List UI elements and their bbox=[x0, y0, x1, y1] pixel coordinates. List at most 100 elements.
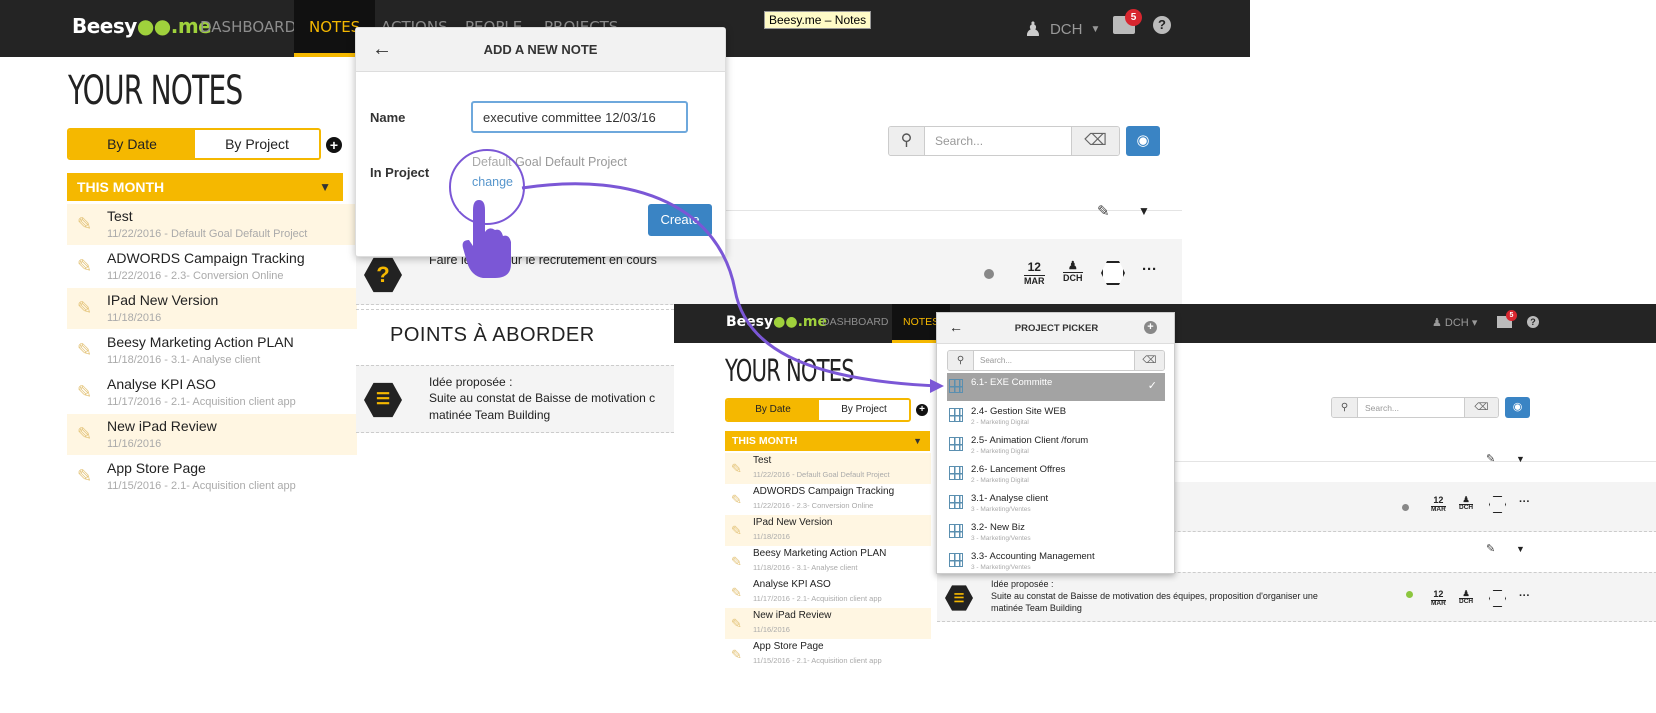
chevron-down-icon: ▼ bbox=[319, 180, 331, 194]
nav-dashboard[interactable]: DASHBOARD bbox=[200, 0, 296, 57]
divider bbox=[356, 309, 674, 310]
view-tabs: By Date By Project bbox=[67, 128, 321, 160]
project-grid-icon bbox=[949, 553, 963, 567]
table-row[interactable]: ☰ Idée proposée : Suite au constat de Ba… bbox=[356, 365, 674, 433]
search-icon[interactable]: ⚲ bbox=[948, 351, 974, 370]
section-title: POINTS À ABORDER bbox=[390, 324, 595, 346]
search-bar: ⚲ Search... ⌫ bbox=[888, 126, 1120, 156]
modal-title: ADD A NEW NOTE bbox=[356, 28, 725, 72]
list-item[interactable]: ✎ App Store Page 11/15/2016 - 2.1- Acquisi… bbox=[725, 639, 931, 670]
beesy-logo[interactable]: Beesy●●.me bbox=[72, 14, 212, 38]
picker-item[interactable]: 2.5- Animation Client /forum 2 - Marketin… bbox=[947, 431, 1165, 459]
list-item[interactable]: ✎ Beesy Marketing Action PLAN 11/18/2016 -… bbox=[67, 330, 357, 372]
name-label: Name bbox=[370, 110, 406, 125]
table-row[interactable]: ☰ Idée proposée : Suite au constat de Ba… bbox=[937, 572, 1656, 622]
due-date[interactable]: 12 MAR bbox=[1024, 261, 1045, 286]
pointing-hand-icon bbox=[459, 192, 511, 278]
user-name: DCH bbox=[1049, 21, 1083, 38]
page-title: YOUR NOTES bbox=[68, 68, 243, 114]
help-icon[interactable]: ? bbox=[1527, 316, 1539, 328]
picker-item[interactable]: 2.4- Gestion Site WEB 2 - Marketing Digit… bbox=[947, 402, 1165, 430]
pencil-icon: ✎ bbox=[77, 298, 93, 318]
list-item[interactable]: ✎ Test 11/22/2016 - Default Goal Default P… bbox=[725, 453, 931, 484]
back-arrow-icon[interactable]: ← bbox=[372, 38, 392, 61]
question-icon: ? bbox=[364, 257, 402, 293]
notification-badge: 5 bbox=[1125, 9, 1142, 26]
picker-item[interactable]: 2.6- Lancement Offres 2 - Marketing Digit… bbox=[947, 460, 1165, 488]
month-group-header[interactable]: THIS MONTH ▼ bbox=[725, 431, 930, 451]
tab-by-project[interactable]: By Project bbox=[195, 130, 319, 158]
checklist-icon: ☰ bbox=[945, 585, 973, 611]
note-name-input[interactable] bbox=[471, 101, 688, 133]
project-label: In Project bbox=[370, 165, 430, 180]
add-note-modal: ADD A NEW NOTE ← Name In Project Default… bbox=[355, 27, 726, 257]
add-project-icon[interactable]: + bbox=[1144, 321, 1157, 334]
project-grid-icon bbox=[949, 495, 963, 509]
edit-icon[interactable]: ✎ bbox=[1486, 542, 1495, 555]
list-item[interactable]: ✎ Analyse KPI ASO 11/17/2016 - 2.1- Acquis… bbox=[67, 372, 357, 414]
hexagon-icon[interactable] bbox=[1101, 261, 1125, 285]
eraser-icon[interactable]: ⌫ bbox=[1071, 127, 1119, 155]
search-icon[interactable]: ⚲ bbox=[1332, 398, 1358, 417]
list-item[interactable]: ✎ New iPad Review 11/16/2016 bbox=[67, 414, 357, 456]
tab-by-date[interactable]: By Date bbox=[69, 130, 195, 158]
tab-by-project[interactable]: By Project bbox=[819, 400, 909, 420]
picker-item[interactable]: 3.2- New Biz 3 - Marketing/Ventes bbox=[947, 518, 1165, 546]
month-group-header[interactable]: THIS MONTH ▼ bbox=[67, 173, 343, 201]
list-item[interactable]: ✎ ADWORDS Campaign Tracking 11/22/2016 - 2… bbox=[67, 246, 357, 288]
user-icon: ♟ bbox=[1024, 19, 1042, 41]
search-icon[interactable]: ⚲ bbox=[889, 127, 925, 155]
add-note-icon[interactable]: + bbox=[326, 137, 342, 153]
chevron-down-icon[interactable]: ▼ bbox=[1516, 544, 1525, 554]
nav-dashboard[interactable]: DASHBOARD bbox=[822, 316, 889, 328]
search-input[interactable]: Search... bbox=[1358, 398, 1464, 417]
chevron-down-icon[interactable]: ▼ bbox=[1516, 454, 1525, 464]
pencil-icon: ✎ bbox=[77, 340, 93, 360]
month-label: THIS MONTH bbox=[77, 179, 165, 195]
project-grid-icon bbox=[949, 379, 963, 393]
beesy-logo[interactable]: Beesy●●.me bbox=[726, 314, 827, 330]
search-input[interactable]: Search... bbox=[925, 127, 1071, 155]
picker-title: PROJECT PICKER bbox=[937, 313, 1174, 344]
edit-icon[interactable]: ✎ bbox=[1097, 202, 1110, 220]
edit-icon[interactable]: ✎ bbox=[1486, 452, 1495, 465]
picker-item[interactable]: 3.3- Accounting Management 3 - Marketing/… bbox=[947, 547, 1165, 573]
project-picker-modal: PROJECT PICKER ← + ⚲ Search... ⌫ 6.1- EX… bbox=[936, 312, 1175, 574]
project-grid-icon bbox=[949, 466, 963, 480]
picker-item[interactable]: 3.1- Analyse client 3 - Marketing/Ventes bbox=[947, 489, 1165, 517]
list-item[interactable]: ✎ Test 11/22/2016 - Default Goal Default P… bbox=[67, 204, 357, 246]
notification-badge: 5 bbox=[1506, 310, 1517, 321]
eraser-icon[interactable]: ⌫ bbox=[1464, 398, 1498, 417]
notes-list: ✎ Test 11/22/2016 - Default Goal Default P… bbox=[67, 204, 357, 498]
help-icon[interactable]: ? bbox=[1153, 16, 1171, 34]
caret-down-icon: ▼ bbox=[1090, 24, 1101, 35]
add-note-icon[interactable]: + bbox=[916, 404, 928, 416]
row-label: Idée proposée : bbox=[429, 375, 513, 389]
list-item[interactable]: ✎ IPad New Version 11/18/2016 bbox=[725, 515, 931, 546]
list-item[interactable]: ✎ IPad New Version 11/18/2016 bbox=[67, 288, 357, 330]
project-grid-icon bbox=[949, 524, 963, 538]
owner-avatar[interactable]: ♟ DCH bbox=[1063, 261, 1083, 283]
pencil-icon: ✎ bbox=[77, 256, 93, 276]
list-item[interactable]: ✎ App Store Page 11/15/2016 - 2.1- Acquisi… bbox=[67, 456, 357, 498]
eraser-icon[interactable]: ⌫ bbox=[1134, 351, 1164, 370]
user-menu[interactable]: ♟ DCH ▾ bbox=[1432, 316, 1477, 329]
list-item[interactable]: ✎ ADWORDS Campaign Tracking 11/22/2016 - 2… bbox=[725, 484, 931, 515]
list-item[interactable]: ✎ Analyse KPI ASO 11/17/2016 - 2.1- Acquis… bbox=[725, 577, 931, 608]
create-button[interactable]: Create bbox=[648, 204, 712, 236]
picker-search-input[interactable]: Search... bbox=[974, 351, 1134, 370]
list-item[interactable]: ✎ Beesy Marketing Action PLAN 11/18/2016 -… bbox=[725, 546, 931, 577]
picker-item-selected[interactable]: 6.1- EXE Committe ✓ bbox=[947, 373, 1165, 401]
window-tooltip: Beesy.me – Notes bbox=[764, 11, 872, 29]
back-arrow-icon[interactable]: ← bbox=[949, 319, 963, 335]
checklist-icon: ☰ bbox=[364, 382, 402, 418]
more-icon[interactable]: ··· bbox=[1142, 261, 1157, 278]
user-menu[interactable]: ♟ DCH ▼ bbox=[1024, 17, 1100, 42]
chevron-down-icon[interactable]: ▼ bbox=[1138, 204, 1150, 218]
list-item[interactable]: ✎ New iPad Review 11/16/2016 bbox=[725, 608, 931, 639]
tab-by-date[interactable]: By Date bbox=[727, 400, 819, 420]
project-grid-icon bbox=[949, 437, 963, 451]
eye-icon[interactable]: ◉ bbox=[1126, 126, 1160, 156]
picker-search-bar: ⚲ Search... ⌫ bbox=[947, 350, 1165, 371]
eye-icon[interactable]: ◉ bbox=[1505, 397, 1530, 418]
